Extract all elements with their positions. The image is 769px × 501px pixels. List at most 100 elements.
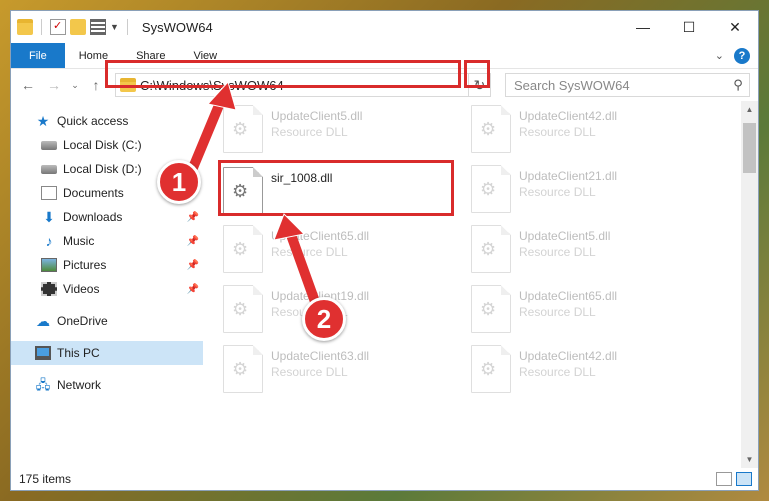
pin-icon[interactable]: 📌: [187, 212, 199, 223]
close-button[interactable]: ✕: [712, 11, 758, 43]
gear-icon: ⚙: [232, 119, 249, 139]
gear-icon: ⚙: [480, 179, 497, 199]
sidebar-item-downloads[interactable]: ⬇ Downloads 📌: [11, 205, 203, 229]
file-item[interactable]: ⚙ UpdateClient42.dll Resource DLL: [467, 341, 697, 397]
documents-icon: [41, 186, 57, 200]
sidebar-item-local-disk-c[interactable]: Local Disk (C:): [11, 133, 203, 157]
pin-icon[interactable]: 📌: [187, 236, 199, 247]
address-folder-icon: [120, 78, 136, 92]
sidebar-item-this-pc[interactable]: This PC: [11, 341, 203, 365]
search-icon[interactable]: ⚲: [727, 77, 749, 93]
maximize-button[interactable]: ☐: [666, 11, 712, 43]
dll-file-icon: ⚙: [223, 167, 263, 215]
file-item[interactable]: ⚙ UpdateClient65.dll Resource DLL: [219, 221, 449, 277]
navigation-pane: ★ Quick access Local Disk (C:) Local Dis…: [11, 101, 203, 468]
dll-file-icon: ⚙: [471, 105, 511, 153]
gear-icon: ⚙: [480, 119, 497, 139]
computer-icon: [35, 346, 51, 360]
file-item[interactable]: ⚙ UpdateClient63.dll Resource DLL: [219, 341, 449, 397]
videos-icon: [41, 282, 57, 296]
large-icons-view-icon[interactable]: [736, 472, 752, 486]
dll-file-icon: ⚙: [471, 225, 511, 273]
customize-dropdown-icon[interactable]: ▼: [110, 22, 119, 32]
details-view-icon[interactable]: [716, 472, 732, 486]
sidebar-item-label: Local Disk (C:): [63, 138, 142, 152]
gear-icon: ⚙: [480, 359, 497, 379]
file-item[interactable]: ⚙ UpdateClient42.dll Resource DLL: [467, 101, 697, 157]
pin-icon[interactable]: 📌: [187, 284, 199, 295]
scroll-down-icon[interactable]: ▼: [741, 451, 758, 468]
expand-ribbon-icon[interactable]: ⌄: [715, 49, 724, 62]
sidebar-item-pictures[interactable]: Pictures 📌: [11, 253, 203, 277]
file-name: UpdateClient21.dll: [519, 169, 618, 183]
scroll-thumb[interactable]: [743, 123, 756, 173]
file-name: UpdateClient42.dll: [519, 349, 618, 363]
drive-icon: [41, 164, 57, 174]
gear-icon: ⚙: [232, 359, 249, 379]
sidebar-item-label: Quick access: [57, 114, 129, 128]
file-type: Resource DLL: [519, 245, 596, 259]
tab-home[interactable]: Home: [65, 43, 122, 68]
sidebar-item-label: Documents: [63, 186, 124, 200]
tab-view[interactable]: View: [179, 43, 231, 68]
gear-icon: ⚙: [480, 299, 497, 319]
callout-badge-2: 2: [302, 297, 346, 341]
file-type: Resource DLL: [519, 305, 596, 319]
file-name: UpdateClient5.dll: [271, 109, 363, 123]
file-type: Resource DLL: [519, 185, 596, 199]
file-name: UpdateClient63.dll: [271, 349, 370, 363]
sidebar-item-quick-access[interactable]: ★ Quick access: [11, 109, 203, 133]
file-name: UpdateClient65.dll: [519, 289, 618, 303]
toolbar-divider: [126, 19, 128, 35]
tab-share[interactable]: Share: [122, 43, 179, 68]
sidebar-item-music[interactable]: ♪ Music 📌: [11, 229, 203, 253]
tab-file[interactable]: File: [11, 43, 65, 68]
status-bar: 175 items: [11, 468, 758, 490]
forward-button[interactable]: →: [43, 74, 65, 96]
refresh-icon[interactable]: ↻: [468, 74, 490, 96]
sidebar-item-label: Pictures: [63, 258, 107, 272]
search-input[interactable]: Search SysWOW64: [514, 78, 727, 93]
toolbar-divider: [41, 19, 42, 35]
dll-file-icon: ⚙: [223, 225, 263, 273]
file-item-sir-1008[interactable]: ⚙ sir_1008.dll: [219, 163, 449, 219]
sidebar-item-label: OneDrive: [57, 314, 108, 328]
back-button[interactable]: ←: [17, 74, 39, 96]
minimize-button[interactable]: —: [620, 11, 666, 43]
file-type: Resource DLL: [519, 365, 596, 379]
recent-locations-icon[interactable]: ⌄: [69, 74, 81, 96]
new-folder-icon[interactable]: [70, 19, 86, 35]
downloads-icon: ⬇: [43, 209, 55, 225]
ribbon-right: ⌄ ?: [715, 43, 758, 68]
dll-file-icon: ⚙: [223, 105, 263, 153]
view-menu-icon[interactable]: [90, 19, 106, 35]
properties-icon[interactable]: [50, 19, 66, 35]
scroll-up-icon[interactable]: ▲: [741, 101, 758, 118]
sidebar-item-onedrive[interactable]: ☁ OneDrive: [11, 309, 203, 333]
vertical-scrollbar[interactable]: ▲ ▼: [741, 101, 758, 468]
help-icon[interactable]: ?: [734, 47, 750, 64]
up-button[interactable]: ↑: [85, 74, 107, 96]
title-bar: ▼ SysWOW64 — ☐ ✕: [11, 11, 758, 43]
sidebar-item-videos[interactable]: Videos 📌: [11, 277, 203, 301]
file-type: Resource DLL: [271, 125, 348, 139]
file-item[interactable]: ⚙ UpdateClient21.dll Resource DLL: [467, 161, 697, 217]
sidebar-item-label: Downloads: [63, 210, 123, 224]
sidebar-item-label: This PC: [57, 346, 100, 360]
file-item[interactable]: ⚙ UpdateClient5.dll Resource DLL: [467, 221, 697, 277]
pin-icon[interactable]: 📌: [187, 260, 199, 271]
sidebar-item-network[interactable]: 🖧 Network: [11, 373, 203, 397]
address-bar[interactable]: C:\Windows\SysWOW64 ⌄ ↻: [115, 73, 491, 97]
file-list: ⚙ UpdateClient5.dll Resource DLL ⚙ Update…: [203, 101, 758, 468]
search-box[interactable]: Search SysWOW64 ⚲: [505, 73, 750, 97]
file-item[interactable]: ⚙ UpdateClient5.dll Resource DLL: [219, 101, 449, 157]
file-item[interactable]: ⚙ UpdateClient65.dll Resource DLL: [467, 281, 697, 337]
onedrive-icon: ☁: [36, 313, 50, 329]
file-name: UpdateClient5.dll: [519, 229, 611, 243]
address-path[interactable]: C:\Windows\SysWOW64: [140, 78, 450, 93]
address-dropdown-icon[interactable]: ⌄: [450, 80, 468, 91]
gear-icon: ⚙: [232, 299, 249, 319]
